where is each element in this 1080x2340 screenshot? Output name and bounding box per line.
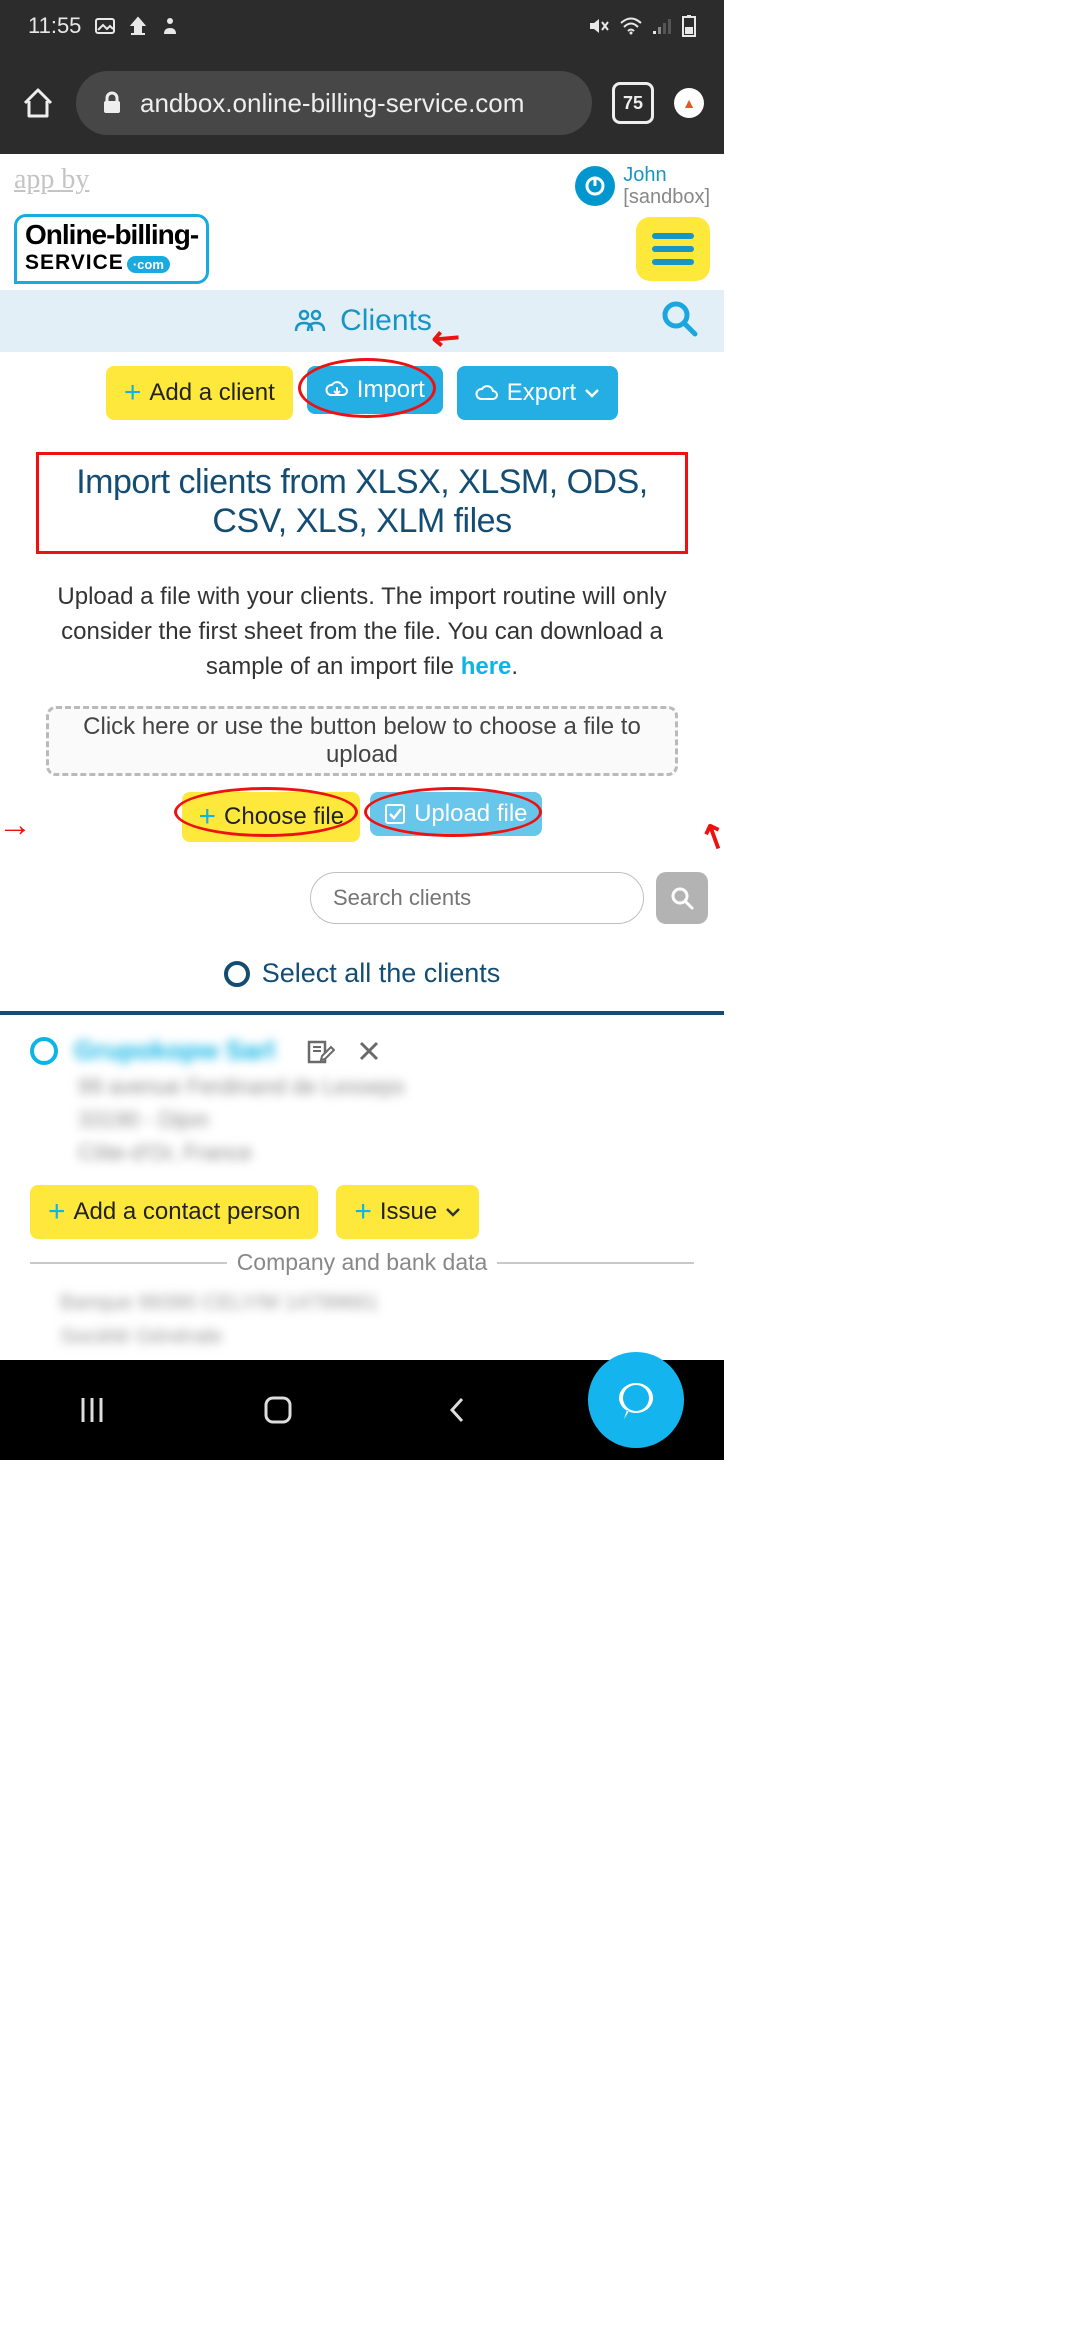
battery-icon [682,15,696,37]
select-circle-icon[interactable] [30,1037,58,1065]
choose-file-button[interactable]: + Choose file [182,792,360,842]
status-time: 11:55 [28,13,81,39]
logo[interactable]: Online-billing- SeRVICe·com [14,214,209,284]
back-button[interactable] [446,1393,468,1427]
logo-row: Online-billing- SeRVICe·com [0,214,724,290]
client-address-1: 99 avenue Ferdinand de Lesseps [78,1070,694,1103]
plus-icon: + [48,1195,66,1229]
edit-icon[interactable] [307,1038,335,1064]
cloud-icon [475,385,499,401]
sample-link[interactable]: here [461,653,512,680]
export-button[interactable]: Export [457,366,618,420]
import-description: Upload a file with your clients. The imp… [36,580,688,684]
add-client-button[interactable]: + Add a client [106,366,293,420]
person-icon [161,16,179,36]
home-icon[interactable] [20,85,56,121]
user-block[interactable]: John [sandbox] [575,164,710,208]
client-address-3: Côte-d'Or, France [78,1136,694,1169]
signal-icon [652,17,672,35]
chat-fab[interactable] [588,1352,684,1448]
image-icon [95,16,115,36]
import-title: Import clients from XLSX, XLSM, ODS, CSV… [43,463,681,541]
select-all-button[interactable]: Select all the clients [0,936,724,1015]
url-text: andbox.online-billing-service.com [140,88,566,119]
user-name: John [623,164,710,186]
power-icon [575,166,615,206]
chevron-down-icon [584,388,600,398]
circle-icon [224,961,250,987]
annotation-arrow: → [0,806,32,845]
section-bar: Clients [0,290,724,352]
check-box-icon [384,803,406,825]
client-card: Grupokopw Sarl 99 avenue Ferdinand de Le… [0,1015,724,1249]
tab-count[interactable]: 75 [612,82,654,124]
add-contact-button[interactable]: + Add a contact person [30,1185,318,1239]
section-title: Clients [340,304,432,338]
status-bar: 11:55 [0,0,724,52]
search-button[interactable] [656,872,708,924]
recent-apps-button[interactable] [75,1393,109,1427]
search-input[interactable] [310,872,644,924]
delete-icon[interactable] [357,1039,381,1063]
user-env: [sandbox] [623,186,710,208]
search-row [0,842,724,936]
plus-icon: + [198,800,216,834]
client-address-2: 33190 - Dijon [78,1103,694,1136]
import-panel: Import clients from XLSX, XLSM, ODS, CSV… [0,434,724,842]
wifi-icon [620,17,642,35]
action-row: + Add a client Import ↙ Export [0,352,724,434]
issue-button[interactable]: + Issue [336,1185,479,1239]
web-header: app by John [sandbox] [0,154,724,214]
file-dropzone[interactable]: Click here or use the button below to ch… [46,706,678,776]
upload-file-button[interactable]: Upload file [370,792,541,836]
update-icon[interactable] [674,88,704,118]
volume-mute-icon [588,16,610,36]
annotation-title-frame: Import clients from XLSX, XLSM, ODS, CSV… [36,452,688,554]
browser-bar: andbox.online-billing-service.com 75 [0,52,724,154]
plus-icon: + [354,1195,372,1229]
clients-icon [292,307,328,335]
hamburger-icon[interactable] [636,217,710,281]
app-by-label: app by [14,164,89,196]
plus-icon: + [124,376,142,410]
home-button[interactable] [260,1392,296,1428]
url-bar[interactable]: andbox.online-billing-service.com [76,71,592,135]
import-button[interactable]: Import [307,366,443,414]
client-bank-data: Banque 99390 CELY/M 14799661 Société Gén… [0,1276,724,1359]
cloud-download-icon [325,381,349,399]
client-name[interactable]: Grupokopw Sarl [74,1035,275,1066]
lock-icon [102,91,122,115]
chevron-down-icon [445,1207,461,1217]
upload-icon [129,16,147,36]
search-toggle-icon[interactable] [660,299,704,343]
company-section-header: Company and bank data [0,1249,724,1276]
